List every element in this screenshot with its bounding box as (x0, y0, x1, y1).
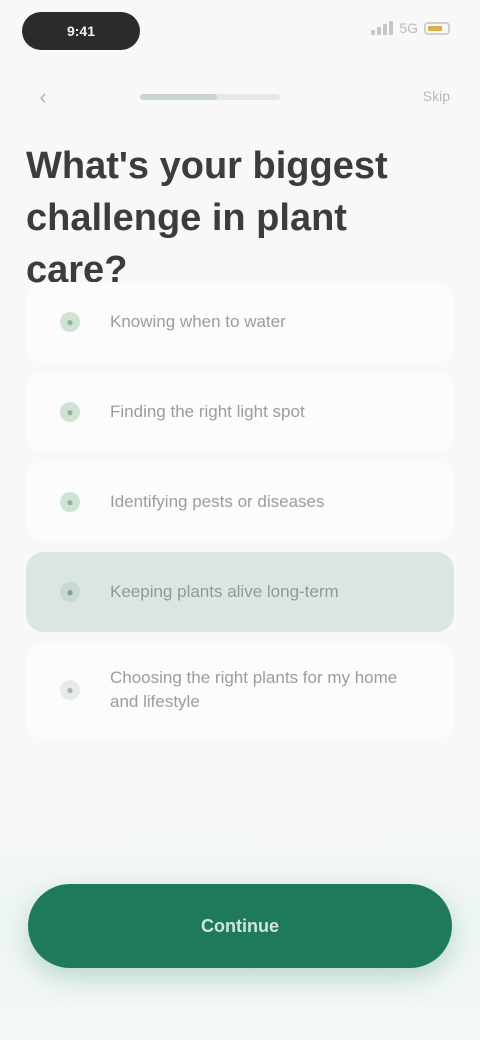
chevron-left-icon: ‹ (39, 84, 47, 109)
onboarding-screen: 9:41 5G ‹ Skip What's your biggest chall… (0, 0, 480, 1040)
bug-icon: ● (60, 492, 80, 512)
option-label: Finding the right light spot (110, 402, 305, 421)
battery-icon (424, 21, 450, 35)
option-label: Keeping plants alive long-term (110, 582, 339, 601)
option-water[interactable]: ● Knowing when to water (26, 282, 454, 362)
status-time-pill: 9:41 (22, 12, 140, 50)
skip-link[interactable]: Skip (423, 88, 450, 104)
progress-fill (140, 94, 217, 100)
status-icons: 5G (371, 20, 450, 36)
option-light[interactable]: ● Finding the right light spot (26, 372, 454, 452)
progress-bar (140, 94, 280, 100)
droplet-icon: ● (60, 312, 80, 332)
option-pests[interactable]: ● Identifying pests or diseases (26, 462, 454, 542)
sun-icon: ● (60, 402, 80, 422)
home-icon: ● (60, 680, 80, 700)
status-time: 9:41 (66, 23, 96, 39)
option-label: Knowing when to water (110, 312, 286, 331)
continue-button[interactable]: Continue (28, 884, 452, 968)
option-label: Identifying pests or diseases (110, 492, 325, 511)
back-button[interactable]: ‹ (28, 82, 58, 112)
page-title: What's your biggest challenge in plant c… (26, 145, 388, 291)
signal-icon (371, 21, 394, 35)
option-choose-plants[interactable]: ● Choosing the right plants for my home … (26, 642, 454, 738)
status-bar: 9:41 5G (0, 0, 480, 64)
option-alive-selected[interactable]: ● Keeping plants alive long-term (26, 552, 454, 632)
option-label: Choosing the right plants for my home an… (110, 668, 398, 711)
network-label: 5G (399, 20, 418, 36)
nav-row: ‹ Skip (0, 80, 480, 114)
options-list: ● Knowing when to water ● Finding the ri… (26, 282, 454, 748)
leaf-icon: ● (60, 582, 80, 602)
